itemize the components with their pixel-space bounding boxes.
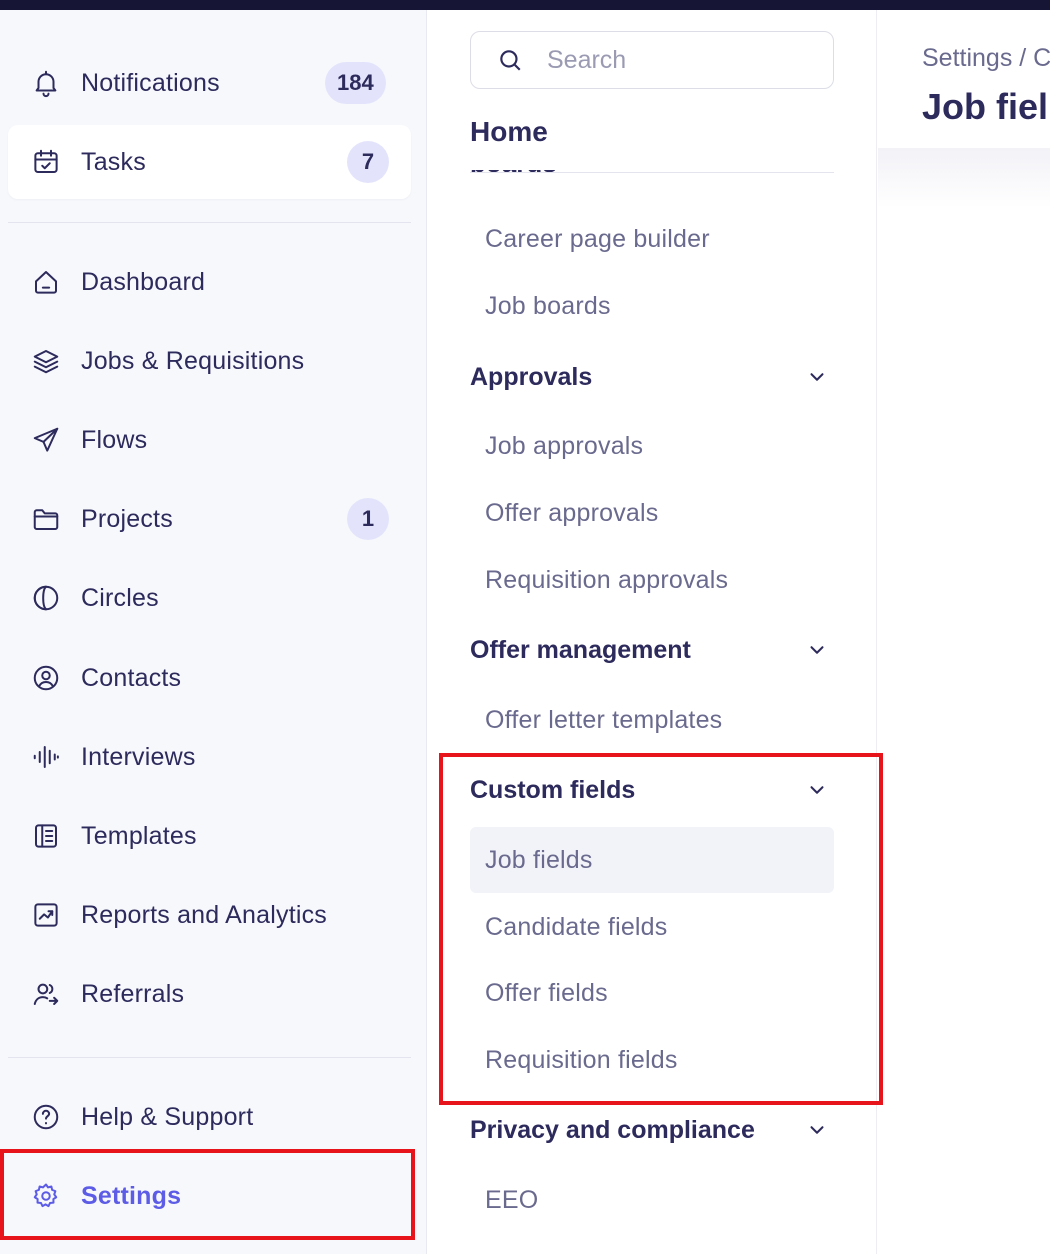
nav-item-label: Offer fields — [485, 978, 608, 1007]
sidebar-item-circles[interactable]: Circles — [8, 561, 411, 635]
sidebar-item-interviews[interactable]: Interviews — [8, 720, 411, 794]
section-privacy-compliance[interactable]: Privacy and compliance — [470, 1110, 834, 1150]
nav-item-label: Requisition approvals — [485, 565, 729, 594]
sidebar-item-label: Help & Support — [81, 1102, 254, 1131]
sidebar-item-dashboard[interactable]: Dashboard — [8, 245, 411, 319]
sidebar-item-label: Dashboard — [81, 267, 206, 296]
sidebar-item-label: Contacts — [81, 663, 182, 692]
user-share-icon — [30, 978, 62, 1010]
tasks-count-badge: 7 — [347, 141, 389, 183]
settings-search-box[interactable] — [470, 31, 834, 89]
section-offer-management[interactable]: Offer management — [470, 630, 834, 670]
nav-item-job-approvals[interactable]: Job approvals — [470, 413, 834, 479]
template-icon — [30, 820, 62, 852]
sidebar-item-contacts[interactable]: Contacts — [8, 641, 411, 715]
nav-item-requisition-fields[interactable]: Requisition fields — [470, 1027, 834, 1093]
nav-item-label: Career page builder — [485, 224, 710, 253]
bell-icon — [30, 67, 62, 99]
chevron-down-icon[interactable] — [806, 366, 828, 388]
settings-home-title[interactable]: Home — [470, 116, 548, 148]
sidebar-item-jobs-requisitions[interactable]: Jobs & Requisitions — [8, 324, 411, 398]
home-icon — [30, 266, 62, 298]
section-title: Custom fields — [470, 775, 636, 804]
layers-icon — [30, 345, 62, 377]
nav-item-label: Requisition fields — [485, 1045, 678, 1074]
sidebar-item-label: Interviews — [81, 742, 196, 771]
home-divider — [470, 172, 834, 173]
user-circle-icon — [30, 662, 62, 694]
section-custom-fields[interactable]: Custom fields — [470, 770, 834, 810]
main-sidebar: Notifications 184 Tasks 7 Dashboard Jobs… — [0, 10, 427, 1254]
nav-item-career-page-builder[interactable]: Career page builder — [470, 206, 834, 272]
gear-icon — [30, 1180, 62, 1212]
nav-item-job-boards[interactable]: Job boards — [470, 273, 834, 339]
section-title: Offer management — [470, 635, 691, 664]
sidebar-item-settings[interactable]: Settings — [8, 1159, 411, 1233]
sidebar-item-label: Tasks — [81, 147, 146, 176]
nav-item-label: Offer letter templates — [485, 705, 723, 734]
sidebar-item-projects[interactable]: Projects 1 — [8, 482, 411, 556]
chart-line-icon — [30, 899, 62, 931]
sidebar-item-flows[interactable]: Flows — [8, 403, 411, 477]
nav-item-label: EEO — [485, 1185, 539, 1214]
nav-item-offer-letter-templates[interactable]: Offer letter templates — [470, 687, 834, 753]
header-shadow — [878, 148, 1050, 208]
nav-item-label: Candidate fields — [485, 912, 668, 941]
projects-count-badge: 1 — [347, 498, 389, 540]
main-content-header: Settings / C Job fiel — [878, 10, 1050, 148]
sidebar-item-referrals[interactable]: Referrals — [8, 957, 411, 1031]
sidebar-divider — [8, 222, 411, 223]
audio-wave-icon — [30, 741, 62, 773]
sidebar-item-label: Jobs & Requisitions — [81, 346, 305, 375]
nav-item-label: Job boards — [485, 291, 611, 320]
sidebar-item-label: Notifications — [81, 68, 220, 97]
sidebar-item-reports-analytics[interactable]: Reports and Analytics — [8, 878, 411, 952]
sidebar-item-label: Templates — [81, 821, 197, 850]
sidebar-item-tasks[interactable]: Tasks 7 — [8, 125, 411, 199]
nav-item-eeo[interactable]: EEO — [470, 1167, 834, 1233]
chevron-down-icon[interactable] — [806, 1119, 828, 1141]
nav-item-offer-fields[interactable]: Offer fields — [470, 960, 834, 1026]
chevron-down-icon[interactable] — [806, 639, 828, 661]
folder-icon — [30, 503, 62, 535]
sidebar-item-label: Settings — [81, 1181, 182, 1210]
send-icon — [30, 424, 62, 456]
section-title: Privacy and compliance — [470, 1115, 755, 1144]
sidebar-item-label: Referrals — [81, 979, 185, 1008]
sidebar-item-label: Projects — [81, 504, 173, 533]
circles-icon — [30, 582, 62, 614]
calendar-check-icon — [30, 146, 62, 178]
sidebar-item-notifications[interactable]: Notifications 184 — [8, 46, 411, 120]
search-icon — [500, 50, 521, 71]
sidebar-item-label: Reports and Analytics — [81, 900, 327, 929]
section-approvals[interactable]: Approvals — [470, 357, 834, 397]
nav-item-requisition-approvals[interactable]: Requisition approvals — [470, 547, 834, 613]
sidebar-item-help-support[interactable]: Help & Support — [8, 1080, 411, 1154]
breadcrumb[interactable]: Settings / C — [922, 44, 1050, 73]
sidebar-item-templates[interactable]: Templates — [8, 799, 411, 873]
chevron-down-icon[interactable] — [806, 779, 828, 801]
section-title: Approvals — [470, 362, 593, 391]
page-title: Job fiel — [922, 86, 1049, 127]
settings-search-input[interactable] — [547, 32, 817, 88]
sidebar-item-label: Flows — [81, 425, 148, 454]
notifications-count-badge: 184 — [325, 62, 386, 104]
nav-item-offer-approvals[interactable]: Offer approvals — [470, 480, 834, 546]
nav-item-job-fields[interactable]: Job fields — [470, 827, 834, 893]
settings-navigation: Home boards Career page builder Job boar… — [428, 10, 877, 1254]
top-bar — [0, 0, 1050, 10]
nav-item-candidate-fields[interactable]: Candidate fields — [470, 894, 834, 960]
nav-item-label: Job approvals — [485, 431, 644, 460]
nav-item-label: Job fields — [485, 845, 593, 874]
sidebar-item-label: Circles — [81, 583, 159, 612]
nav-item-label: Offer approvals — [485, 498, 659, 527]
sidebar-divider — [8, 1057, 411, 1058]
help-circle-icon — [30, 1101, 62, 1133]
